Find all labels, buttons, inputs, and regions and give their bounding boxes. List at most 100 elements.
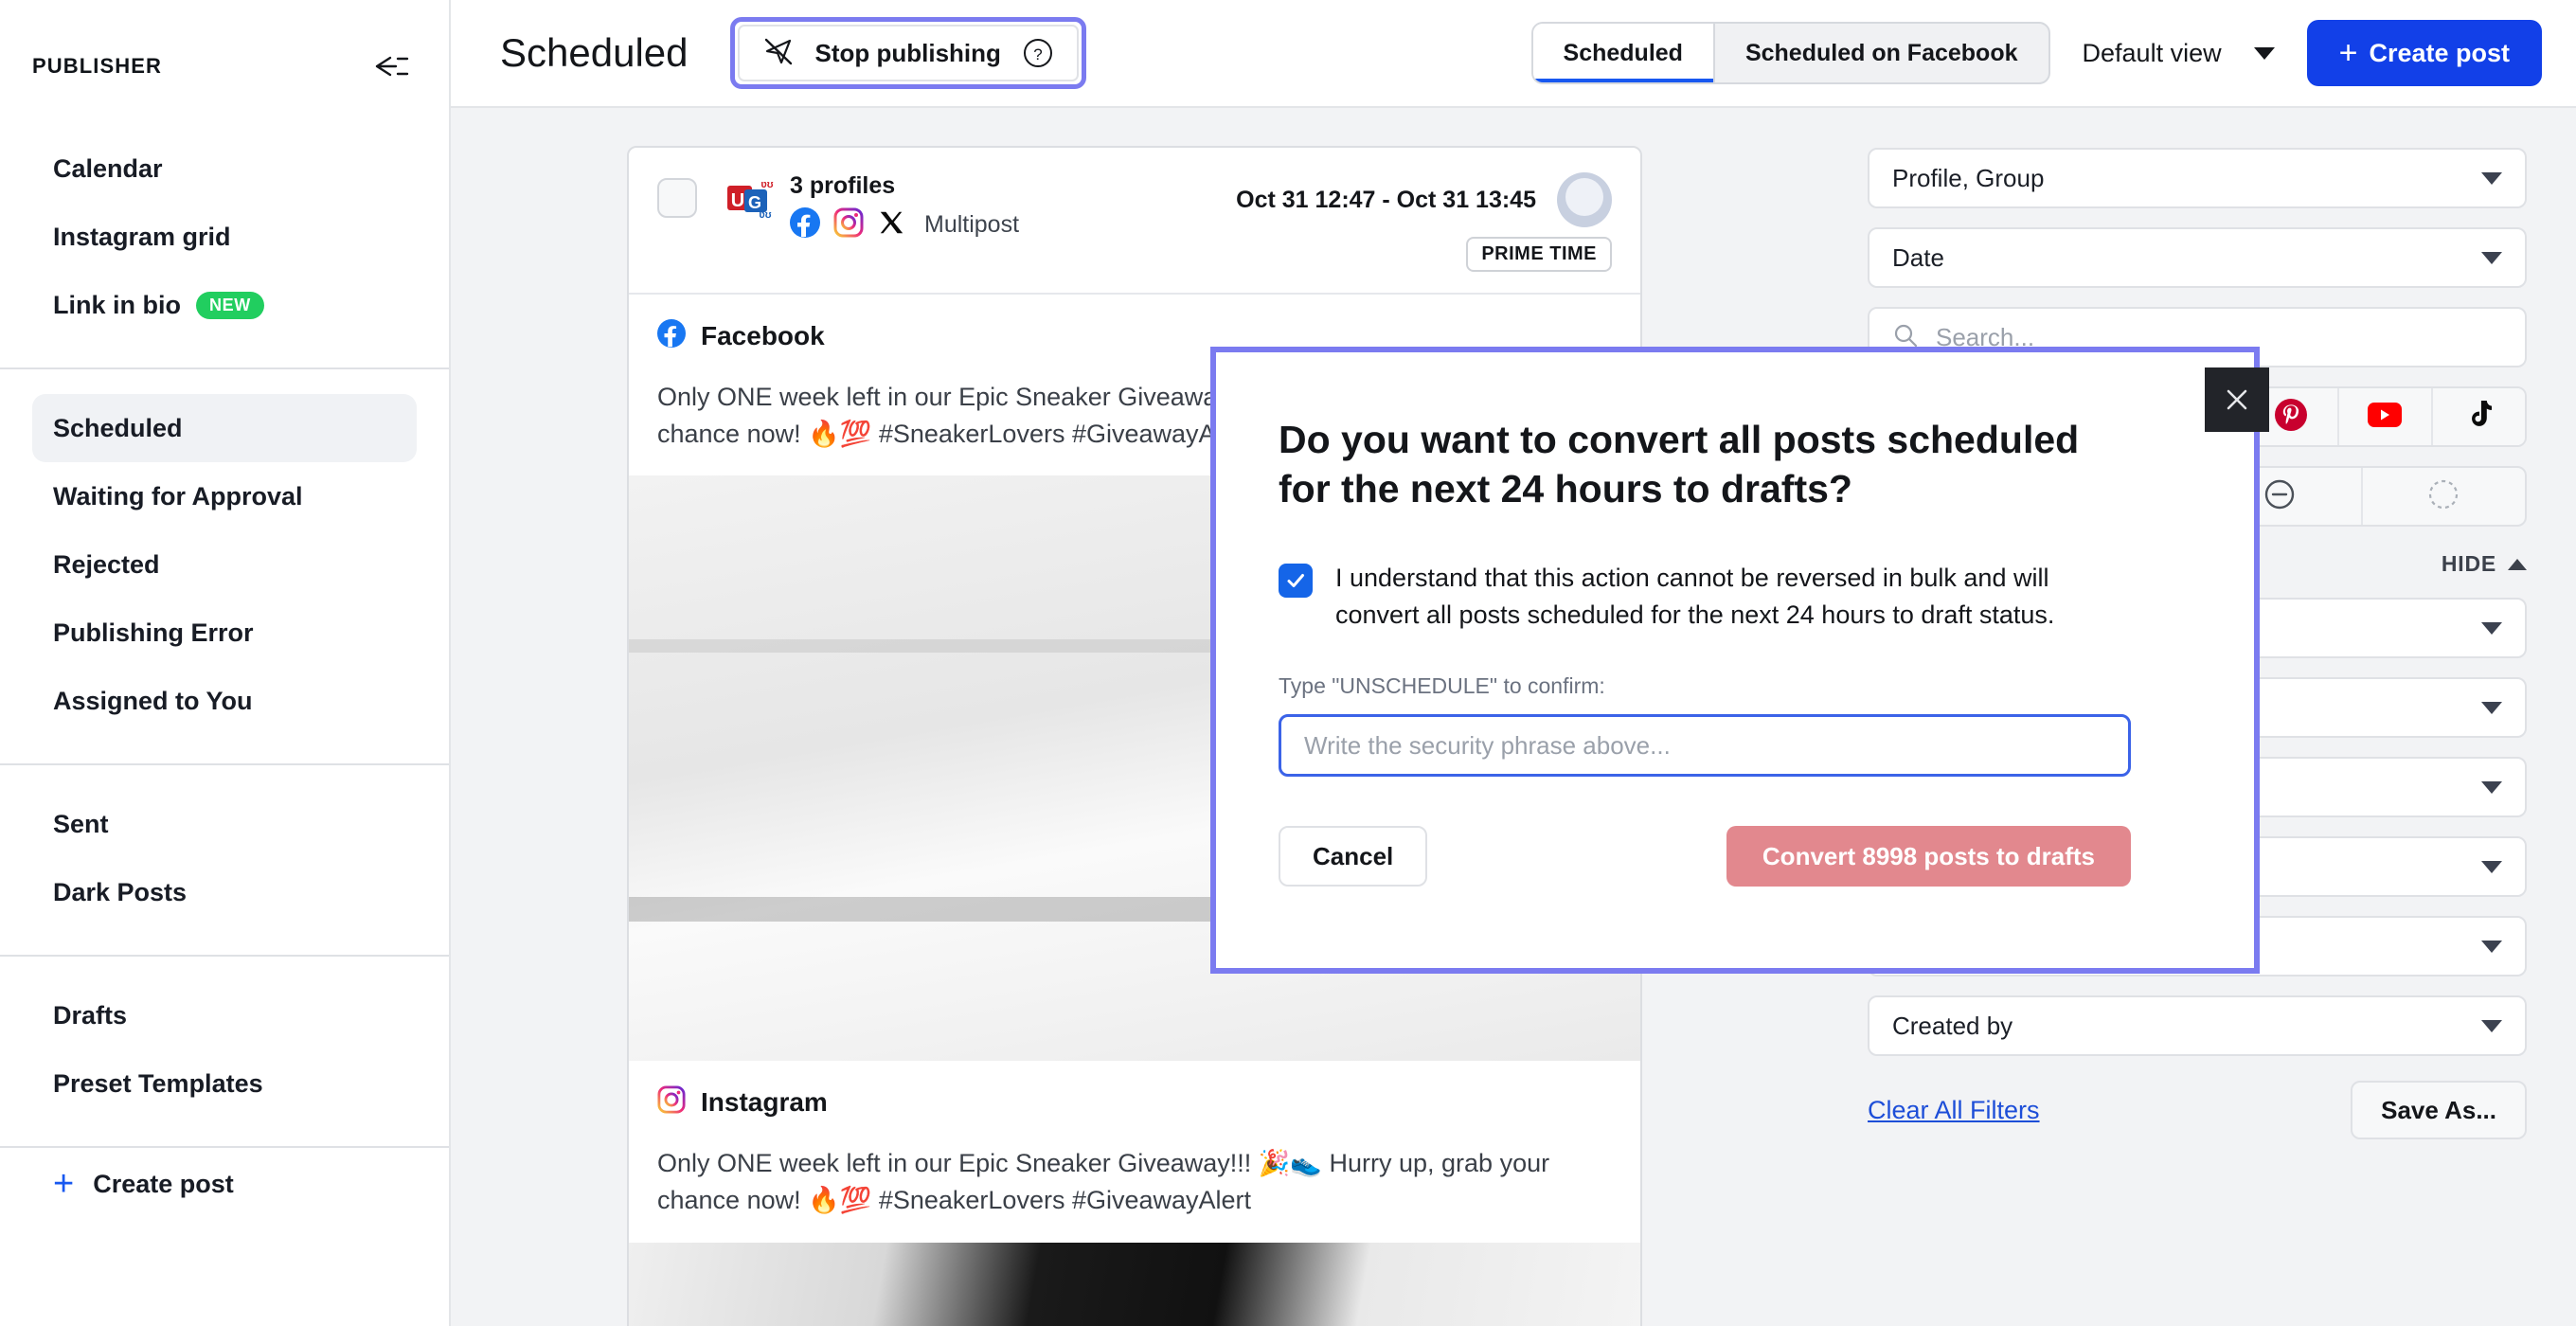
dashed-circle-icon bbox=[2426, 477, 2460, 516]
topbar: Scheduled Stop publishing ? Scheduled Sc… bbox=[451, 0, 2576, 108]
facebook-icon bbox=[790, 207, 820, 242]
chevron-down-icon bbox=[2481, 860, 2502, 873]
collapse-left-icon[interactable] bbox=[373, 47, 411, 85]
youtube-icon bbox=[2368, 401, 2403, 434]
stop-publishing-button[interactable]: Stop publishing ? bbox=[737, 25, 1079, 81]
hide-label: HIDE bbox=[2441, 551, 2496, 576]
post-card-header: U G ʋʊ ʋʊ 3 profiles Multipost Oct 31 12… bbox=[629, 148, 1640, 293]
post-date-range: Oct 31 12:47 - Oct 31 13:45 bbox=[1236, 186, 1536, 213]
security-phrase-label: Type "UNSCHEDULE" to confirm: bbox=[1279, 673, 1605, 699]
chevron-down-icon bbox=[2481, 1019, 2502, 1032]
filter-value: Created by bbox=[1892, 1011, 2013, 1040]
sidebar-item-publishing-error[interactable]: Publishing Error bbox=[32, 599, 417, 667]
sidebar-create-post-label: Create post bbox=[93, 1169, 234, 1198]
sidebar-item-waiting-for-approval[interactable]: Waiting for Approval bbox=[32, 462, 417, 530]
prime-time-badge: PRIME TIME bbox=[1466, 237, 1612, 272]
sidebar-item-assigned-to-you[interactable]: Assigned to You bbox=[32, 667, 417, 735]
security-phrase-input[interactable]: Write the security phrase above... bbox=[1279, 714, 2131, 778]
tiktok-icon bbox=[2463, 399, 2494, 436]
block-network-name: Instagram bbox=[701, 1086, 828, 1117]
svg-text:U: U bbox=[731, 190, 744, 211]
sidebar-item-label: Link in bio bbox=[53, 290, 181, 319]
save-as-button[interactable]: Save As... bbox=[2351, 1081, 2527, 1139]
sidebar-item-label: Waiting for Approval bbox=[53, 481, 303, 511]
date-row: Oct 31 12:47 - Oct 31 13:45 bbox=[1236, 172, 1612, 227]
confirm-convert-button[interactable]: Convert 8998 posts to drafts bbox=[1726, 826, 2131, 887]
send-slash-icon bbox=[762, 35, 795, 72]
sidebar-group-sent: Sent Dark Posts bbox=[0, 765, 449, 926]
advanced-filters-hide-toggle[interactable]: HIDE bbox=[2442, 551, 2527, 577]
sidebar-item-label: Publishing Error bbox=[53, 618, 254, 647]
minus-circle-icon bbox=[2263, 477, 2297, 516]
close-icon[interactable] bbox=[2205, 367, 2269, 432]
svg-text:ʋʊ: ʋʊ bbox=[760, 179, 773, 190]
filter-created-by[interactable]: Created by bbox=[1868, 995, 2527, 1056]
post-image-instagram bbox=[629, 1242, 1640, 1326]
sidebar-group-status: Scheduled Waiting for Approval Rejected … bbox=[0, 369, 449, 735]
filter-value: Date bbox=[1892, 242, 1944, 272]
post-block-instagram: Instagram bbox=[629, 1061, 1640, 1145]
sidebar-item-preset-templates[interactable]: Preset Templates bbox=[32, 1049, 417, 1118]
block-network-row: Instagram bbox=[657, 1085, 1612, 1119]
instagram-icon bbox=[657, 1085, 686, 1119]
main-area: Scheduled Stop publishing ? Scheduled Sc… bbox=[451, 0, 2576, 1326]
sidebar-item-instagram-grid[interactable]: Instagram grid bbox=[32, 203, 417, 271]
plus-icon: + bbox=[2338, 35, 2358, 71]
sidebar-create-post-button[interactable]: + Create post bbox=[0, 1148, 449, 1220]
view-tabs: Scheduled Scheduled on Facebook bbox=[1530, 22, 2050, 84]
filter-value: Profile, Group bbox=[1892, 163, 2045, 192]
block-network-name: Facebook bbox=[701, 320, 825, 350]
sidebar-item-link-in-bio[interactable]: Link in bio NEW bbox=[32, 271, 417, 339]
network-tab-youtube[interactable] bbox=[2338, 388, 2433, 445]
sidebar-item-label: Rejected bbox=[53, 549, 160, 579]
post-text-instagram: Only ONE week left in our Epic Sneaker G… bbox=[657, 1149, 1550, 1215]
chevron-down-icon bbox=[2481, 940, 2502, 953]
stop-publishing-label: Stop publishing bbox=[814, 38, 1001, 67]
modal-confirm-checkbox-row: I understand that this action cannot be … bbox=[1279, 560, 2131, 634]
sidebar-item-label: Dark Posts bbox=[53, 877, 188, 906]
clear-all-filters-link[interactable]: Clear All Filters bbox=[1868, 1096, 2040, 1125]
filters-footer: Clear All Filters Save As... bbox=[1868, 1081, 2527, 1139]
confirm-checkbox-label: I understand that this action cannot be … bbox=[1335, 563, 2055, 630]
confirm-checkbox[interactable] bbox=[1279, 563, 1313, 598]
sidebar-item-label: Preset Templates bbox=[53, 1068, 263, 1098]
chevron-up-icon bbox=[2508, 558, 2527, 570]
status-tab-draft[interactable] bbox=[2363, 468, 2526, 525]
sidebar-item-label: Assigned to You bbox=[53, 686, 253, 715]
facebook-icon bbox=[657, 319, 686, 352]
tab-scheduled[interactable]: Scheduled bbox=[1532, 24, 1715, 82]
multipost-label: Multipost bbox=[924, 211, 1020, 238]
sidebar-group-drafts: Drafts Preset Templates bbox=[0, 957, 449, 1118]
tab-label: Scheduled bbox=[1563, 39, 1683, 66]
post-select-checkbox[interactable] bbox=[657, 178, 697, 218]
network-icons: Multipost bbox=[790, 207, 1019, 242]
tab-scheduled-on-facebook[interactable]: Scheduled on Facebook bbox=[1715, 24, 2048, 82]
sidebar-item-rejected[interactable]: Rejected bbox=[32, 530, 417, 599]
sidebar-item-label: Calendar bbox=[53, 153, 163, 183]
svg-text:ʋʊ: ʋʊ bbox=[759, 209, 771, 221]
sidebar-item-label: Instagram grid bbox=[53, 222, 231, 251]
sidebar-title: PUBLISHER bbox=[32, 54, 163, 78]
sidebar-item-drafts[interactable]: Drafts bbox=[32, 981, 417, 1049]
view-select-dropdown[interactable]: Default view bbox=[2083, 39, 2275, 68]
question-circle-icon[interactable]: ? bbox=[1022, 37, 1054, 69]
sidebar-item-label: Scheduled bbox=[53, 413, 183, 442]
sidebar-item-calendar[interactable]: Calendar bbox=[32, 134, 417, 203]
network-tab-tiktok[interactable] bbox=[2432, 388, 2525, 445]
create-post-button[interactable]: + Create post bbox=[2306, 20, 2542, 86]
sidebar-item-dark-posts[interactable]: Dark Posts bbox=[32, 858, 417, 926]
sidebar-group-primary: Calendar Instagram grid Link in bio NEW bbox=[0, 134, 449, 339]
chevron-down-icon bbox=[2481, 251, 2502, 264]
modal-body: Do you want to convert all posts schedul… bbox=[1216, 352, 2254, 968]
view-select-value: Default view bbox=[2082, 38, 2222, 67]
chevron-down-icon bbox=[2481, 701, 2502, 714]
sidebar-item-label: Sent bbox=[53, 809, 109, 838]
sidebar-item-sent[interactable]: Sent bbox=[32, 790, 417, 858]
x-twitter-icon bbox=[877, 208, 905, 242]
sidebar-item-label: Drafts bbox=[53, 1000, 128, 1030]
sidebar-item-scheduled[interactable]: Scheduled bbox=[32, 394, 417, 462]
filter-date[interactable]: Date bbox=[1868, 227, 2527, 288]
cancel-button[interactable]: Cancel bbox=[1279, 826, 1428, 887]
filter-profile-group[interactable]: Profile, Group bbox=[1868, 148, 2527, 208]
new-badge: NEW bbox=[196, 291, 264, 319]
